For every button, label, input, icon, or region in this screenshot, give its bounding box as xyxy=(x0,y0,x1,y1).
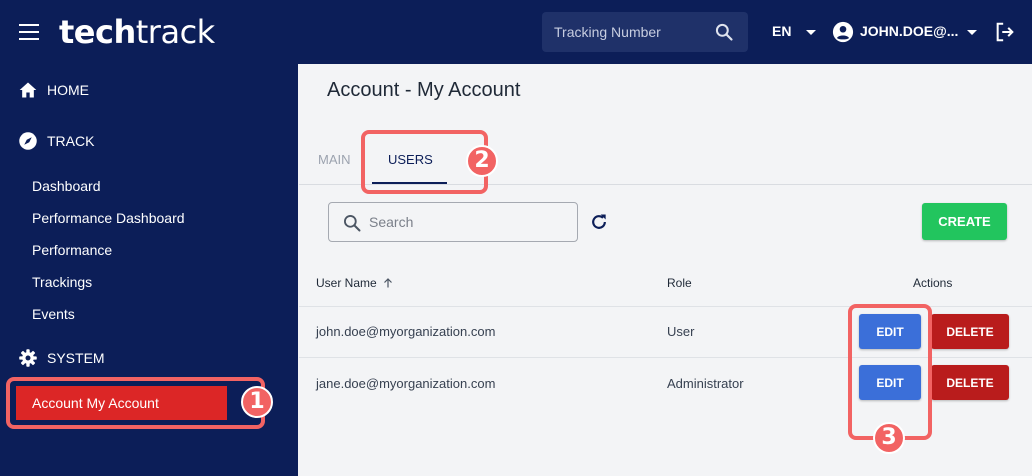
caret-down-icon[interactable] xyxy=(967,30,977,35)
step-badge-2: 2 xyxy=(466,145,498,177)
gear-icon xyxy=(19,349,37,367)
sidebar-item-label: SYSTEM xyxy=(47,350,105,366)
caret-down-icon[interactable] xyxy=(806,30,816,35)
logo-bold: tech xyxy=(59,13,136,51)
column-header-user-name[interactable]: User Name xyxy=(316,276,394,290)
logout-icon[interactable] xyxy=(994,21,1016,43)
tab-main[interactable]: MAIN xyxy=(318,152,351,167)
tracking-search xyxy=(542,12,748,52)
tracking-number-input[interactable] xyxy=(542,12,707,52)
sidebar-item-label: TRACK xyxy=(47,133,95,149)
step-badge-3: 3 xyxy=(873,422,905,454)
callout-highlight-account xyxy=(6,377,265,429)
search-input[interactable] xyxy=(369,203,569,241)
step-badge-1: 1 xyxy=(241,386,273,418)
sidebar-item-performance[interactable]: Performance xyxy=(32,242,112,258)
sidebar-item-performance-dashboard[interactable]: Performance Dashboard xyxy=(32,210,185,226)
sidebar-item-dashboard[interactable]: Dashboard xyxy=(32,178,101,194)
compass-icon xyxy=(19,132,37,150)
create-user-button[interactable]: CREATE xyxy=(922,203,1007,240)
sidebar-section-system[interactable]: SYSTEM xyxy=(18,346,105,370)
callout-highlight-edit-buttons xyxy=(848,304,932,440)
sidebar-item-home[interactable]: HOME xyxy=(18,78,89,102)
language-selector[interactable]: EN xyxy=(772,23,791,39)
cell-user-name: jane.doe@myorganization.com xyxy=(316,376,496,391)
refresh-icon[interactable] xyxy=(589,212,609,232)
delete-button[interactable]: DELETE xyxy=(931,314,1009,349)
top-bar: techtrack EN JOHN.DOE@... xyxy=(0,0,1032,64)
sidebar-item-events[interactable]: Events xyxy=(32,306,75,322)
user-menu[interactable]: JOHN.DOE@... xyxy=(860,23,958,39)
logo-light: track xyxy=(135,13,215,51)
sidebar-section-track[interactable]: TRACK xyxy=(18,129,94,153)
search-icon xyxy=(344,215,361,232)
hamburger-menu-icon[interactable] xyxy=(19,24,39,40)
app-logo[interactable]: techtrack xyxy=(59,13,215,51)
cell-role: User xyxy=(667,324,695,339)
search-icon[interactable] xyxy=(714,22,734,42)
sort-arrow-up-icon xyxy=(383,278,392,288)
sidebar-item-label: HOME xyxy=(47,82,89,98)
column-header-label: User Name xyxy=(316,276,377,290)
home-icon xyxy=(19,82,37,98)
page-title: Account - My Account xyxy=(327,79,521,101)
column-header-role: Role xyxy=(667,276,692,290)
sidebar-item-trackings[interactable]: Trackings xyxy=(32,274,92,290)
column-header-actions: Actions xyxy=(913,276,953,290)
delete-button[interactable]: DELETE xyxy=(931,365,1009,400)
user-search xyxy=(328,202,578,242)
cell-user-name: john.doe@myorganization.com xyxy=(316,324,496,339)
account-circle-icon[interactable] xyxy=(832,21,854,43)
cell-role: Administrator xyxy=(667,376,744,391)
